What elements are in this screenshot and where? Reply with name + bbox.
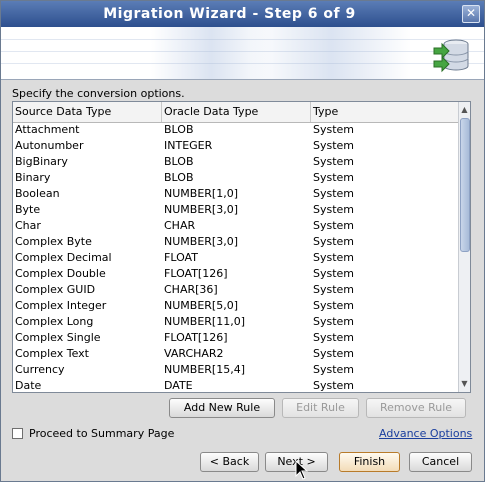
table-row[interactable]: Attachment BLOB System	[13, 122, 459, 138]
type-cell: System	[313, 267, 355, 280]
close-icon[interactable]: ✕	[462, 5, 480, 23]
oracle-data-type-cell: VARCHAR2	[164, 347, 224, 360]
banner-separator	[1, 79, 484, 80]
source-data-type-cell: Byte	[15, 203, 41, 216]
add-new-rule-button[interactable]: Add New Rule	[169, 398, 275, 418]
oracle-data-type-cell: DATE	[164, 379, 193, 392]
table-row[interactable]: Complex Decimal FLOAT System	[13, 250, 459, 266]
type-cell: System	[313, 347, 355, 360]
source-data-type-cell: Complex Single	[15, 331, 101, 344]
mouse-cursor-icon	[295, 460, 309, 480]
column-header-source-data-type[interactable]: Source Data Type	[13, 102, 162, 122]
oracle-data-type-cell: NUMBER[5,0]	[164, 299, 238, 312]
type-cell: System	[313, 379, 355, 392]
column-header-type[interactable]: Type	[311, 102, 459, 122]
conversion-rules-table: Source Data Type Oracle Data Type Type A…	[12, 101, 471, 393]
source-data-type-cell: Complex Long	[15, 315, 94, 328]
source-data-type-cell: Complex GUID	[15, 283, 96, 296]
source-data-type-cell: Binary	[15, 171, 51, 184]
source-data-type-cell: Attachment	[15, 123, 80, 136]
table-row[interactable]: Complex Text VARCHAR2 System	[13, 346, 459, 362]
table-row[interactable]: Complex GUID CHAR[36] System	[13, 282, 459, 298]
back-button[interactable]: < Back	[200, 452, 259, 472]
oracle-data-type-cell: BLOB	[164, 123, 194, 136]
window-title: Migration Wizard - Step 6 of 9	[103, 6, 356, 22]
oracle-data-type-cell: BLOB	[164, 155, 194, 168]
cancel-button[interactable]: Cancel	[409, 452, 472, 472]
table-row[interactable]: Autonumber INTEGER System	[13, 138, 459, 154]
type-cell: System	[313, 155, 355, 168]
column-header-oracle-data-type[interactable]: Oracle Data Type	[162, 102, 311, 122]
oracle-data-type-cell: NUMBER[3,0]	[164, 203, 238, 216]
type-cell: System	[313, 283, 355, 296]
source-data-type-cell: Complex Byte	[15, 235, 92, 248]
remove-rule-button[interactable]: Remove Rule	[366, 398, 466, 418]
table-row[interactable]: Char CHAR System	[13, 218, 459, 234]
scrollbar-thumb[interactable]	[460, 118, 470, 252]
finish-button[interactable]: Finish	[339, 452, 400, 472]
source-data-type-cell: Char	[15, 219, 41, 232]
table-row[interactable]: Currency NUMBER[15,4] System	[13, 362, 459, 378]
type-cell: System	[313, 251, 355, 264]
table-row[interactable]: Binary BLOB System	[13, 170, 459, 186]
type-cell: System	[313, 363, 355, 376]
table-header: Source Data Type Oracle Data Type Type	[13, 102, 459, 123]
source-data-type-cell: Autonumber	[15, 139, 84, 152]
source-data-type-cell: Complex Integer	[15, 299, 107, 312]
source-data-type-cell: Boolean	[15, 187, 60, 200]
database-migration-icon	[433, 39, 469, 73]
table-row[interactable]: Complex Double FLOAT[126] System	[13, 266, 459, 282]
oracle-data-type-cell: NUMBER[3,0]	[164, 235, 238, 248]
type-cell: System	[313, 171, 355, 184]
type-cell: System	[313, 315, 355, 328]
title-bar[interactable]: Migration Wizard - Step 6 of 9 ✕	[1, 1, 484, 27]
table-row[interactable]: Boolean NUMBER[1,0] System	[13, 186, 459, 202]
oracle-data-type-cell: FLOAT[126]	[164, 331, 228, 344]
oracle-data-type-cell: FLOAT	[164, 251, 198, 264]
edit-rule-button[interactable]: Edit Rule	[282, 398, 359, 418]
oracle-data-type-cell: NUMBER[11,0]	[164, 315, 245, 328]
type-cell: System	[313, 187, 355, 200]
oracle-data-type-cell: FLOAT[126]	[164, 267, 228, 280]
type-cell: System	[313, 235, 355, 248]
type-cell: System	[313, 123, 355, 136]
table-row[interactable]: Complex Integer NUMBER[5,0] System	[13, 298, 459, 314]
source-data-type-cell: Currency	[15, 363, 65, 376]
table-row[interactable]: Date DATE System	[13, 378, 459, 392]
oracle-data-type-cell: INTEGER	[164, 139, 213, 152]
oracle-data-type-cell: CHAR	[164, 219, 196, 232]
advance-options-link[interactable]: Advance Options	[379, 427, 472, 441]
table-row[interactable]: Complex Single FLOAT[126] System	[13, 330, 459, 346]
source-data-type-cell: Complex Text	[15, 347, 89, 360]
table-row[interactable]: Byte NUMBER[3,0] System	[13, 202, 459, 218]
source-data-type-cell: BigBinary	[15, 155, 68, 168]
table-row[interactable]: Complex Long NUMBER[11,0] System	[13, 314, 459, 330]
source-data-type-cell: Complex Decimal	[15, 251, 112, 264]
table-row[interactable]: Complex Byte NUMBER[3,0] System	[13, 234, 459, 250]
type-cell: System	[313, 139, 355, 152]
source-data-type-cell: Date	[15, 379, 42, 392]
wizard-banner	[1, 27, 484, 79]
proceed-to-summary-label[interactable]: Proceed to Summary Page	[29, 427, 174, 441]
type-cell: System	[313, 299, 355, 312]
oracle-data-type-cell: NUMBER[1,0]	[164, 187, 238, 200]
type-cell: System	[313, 331, 355, 344]
oracle-data-type-cell: NUMBER[15,4]	[164, 363, 245, 376]
proceed-to-summary-checkbox[interactable]	[12, 428, 23, 439]
scroll-up-icon[interactable]: ▲	[459, 104, 470, 116]
table-body: Attachment BLOB System Autonumber INTEGER Sys…	[13, 122, 459, 392]
oracle-data-type-cell: BLOB	[164, 171, 194, 184]
type-cell: System	[313, 203, 355, 216]
table-row[interactable]: BigBinary BLOB System	[13, 154, 459, 170]
migration-wizard-dialog: Migration Wizard - Step 6 of 9 ✕ Specify…	[0, 0, 485, 482]
table-scrollbar[interactable]: ▲ ▼	[458, 102, 470, 392]
scroll-down-icon[interactable]: ▼	[459, 378, 470, 390]
source-data-type-cell: Complex Double	[15, 267, 106, 280]
oracle-data-type-cell: CHAR[36]	[164, 283, 218, 296]
type-cell: System	[313, 219, 355, 232]
instruction-text: Specify the conversion options.	[12, 87, 185, 100]
